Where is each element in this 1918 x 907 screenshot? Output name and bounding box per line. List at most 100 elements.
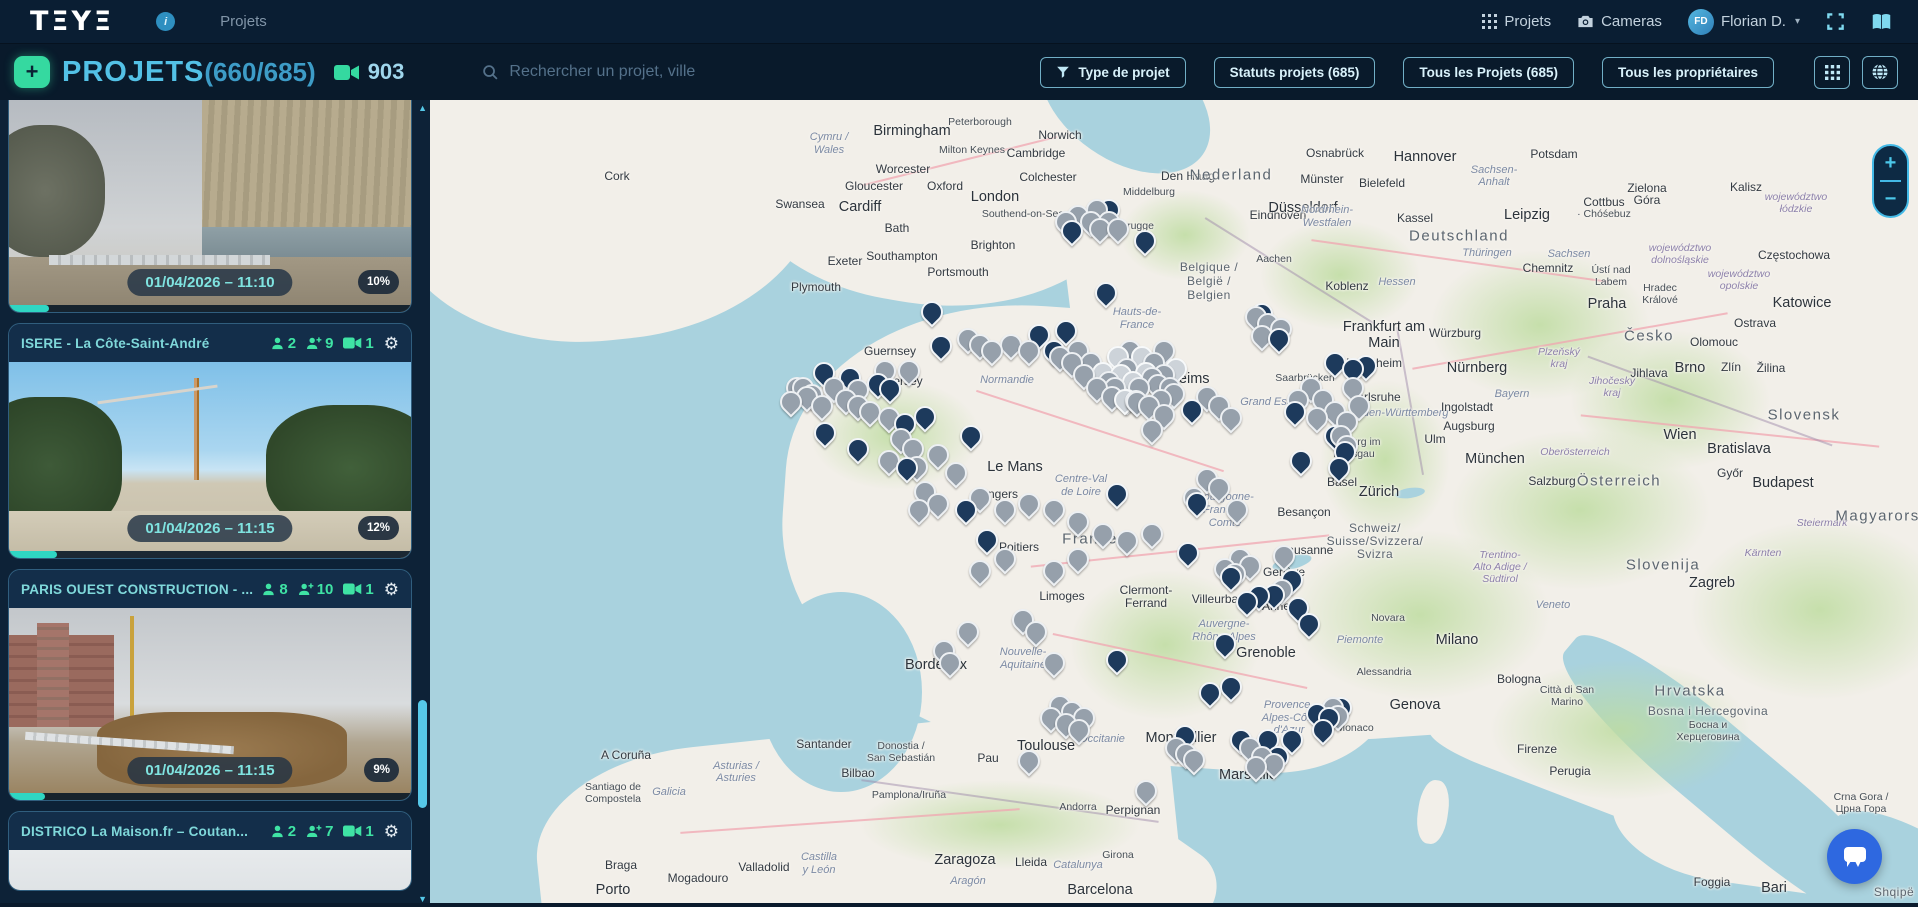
project-card-header[interactable]: DISTRICO La Maison.fr – Coutan... 2 7 1 … [9, 812, 411, 850]
camera-snapshot[interactable] [9, 850, 411, 890]
map-zoom-control: + − [1872, 144, 1909, 218]
project-card[interactable]: PARIS OUEST CONSTRUCTION - ... 8 10 1 ⚙ … [8, 569, 412, 801]
chevron-down-icon: ▾ [1795, 16, 1800, 27]
map-label: opolskie [1720, 280, 1759, 292]
map-canvas[interactable]: CorkCymru /WalesBirminghamWorcesterGlouc… [430, 100, 1918, 903]
map-label: Lleida [1015, 855, 1047, 869]
project-card[interactable]: ISERE - La Côte-Saint-André 2 9 1 ⚙ 01/0… [8, 323, 412, 559]
map-label: Clermont- [1120, 583, 1173, 597]
project-title: DISTRICO La Maison.fr – Coutan... [21, 824, 262, 839]
camera-icon [1577, 14, 1594, 29]
map-label: Kalisz [1730, 180, 1762, 194]
globe-icon [1871, 63, 1889, 81]
map-label: A Coruña [601, 748, 651, 762]
map-label: Црна Гора [1836, 803, 1887, 815]
map-label: Plymouth [791, 280, 841, 294]
map-label: kraj [1604, 387, 1621, 399]
map-label: Žilina [1757, 361, 1786, 375]
zoom-in-button[interactable]: + [1874, 146, 1907, 180]
map-label: Worcester [876, 162, 930, 176]
map-label: Middelburg [1123, 186, 1175, 198]
map-label: Nordrhein- [1301, 204, 1353, 216]
map-label: Belgique / [1180, 260, 1238, 274]
map-label: Schweiz/ [1349, 521, 1401, 535]
map-label: Castilla [801, 851, 837, 863]
map-label: Pamplona/Iruña [872, 789, 946, 801]
map-label: Bosna i Hercegovina [1648, 704, 1768, 718]
snapshot-timestamp: 01/04/2026 – 11:15 [127, 515, 292, 542]
docs-button[interactable] [1871, 13, 1892, 31]
brand-logo[interactable]: TΞYΞ [30, 6, 114, 37]
map-label: Portsmouth [927, 265, 988, 279]
nav-cameras-link[interactable]: Cameras [1577, 13, 1662, 30]
map-label: Southampton [866, 249, 937, 263]
progress-bar [9, 551, 411, 558]
fullscreen-button[interactable] [1826, 12, 1845, 31]
project-count: (660/685) [204, 57, 315, 88]
filter-type-de-projet[interactable]: Type de projet [1040, 57, 1185, 88]
project-card-header[interactable]: ISERE - La Côte-Saint-André 2 9 1 ⚙ [9, 324, 411, 362]
gear-icon[interactable]: ⚙ [384, 823, 399, 840]
add-project-button[interactable]: + [14, 56, 50, 88]
project-title: PARIS OUEST CONSTRUCTION - ... [21, 582, 253, 597]
map-label: Plzeňský [1538, 346, 1580, 358]
user-menu[interactable]: FD Florian D. ▾ [1688, 9, 1800, 35]
search-icon [482, 64, 499, 81]
gear-icon[interactable]: ⚙ [384, 335, 399, 352]
funnel-icon [1056, 65, 1070, 79]
map-label: województwo [1765, 191, 1827, 203]
map-view-button[interactable] [1862, 56, 1898, 89]
invited-users-stat: 9 [306, 335, 333, 352]
filter-tous-les-projets[interactable]: Tous les Projets (685) [1403, 57, 1574, 88]
grid-view-button[interactable] [1814, 56, 1850, 89]
zoom-out-button[interactable]: − [1874, 182, 1907, 216]
map-label: Zürich [1359, 484, 1399, 500]
map-label: San Sebastián [867, 752, 935, 764]
map-label: Norwich [1038, 128, 1081, 142]
project-card-header[interactable]: PARIS OUEST CONSTRUCTION - ... 8 10 1 ⚙ [9, 570, 411, 608]
map-label: Österreich [1577, 473, 1661, 490]
map-label: Piemonte [1337, 634, 1383, 646]
project-card[interactable]: DISTRICO La Maison.fr – Coutan... 2 7 1 … [8, 811, 412, 891]
person-icon [261, 582, 276, 597]
info-icon[interactable]: i [156, 12, 175, 31]
map-label: Alto Adige / [1473, 561, 1526, 573]
map-label: Hauts-de- [1113, 306, 1161, 318]
map-label: Hrvatska [1654, 683, 1725, 700]
filter-tous-les-proprietaires[interactable]: Tous les propriétaires [1602, 57, 1774, 88]
map-label: Auvergne- [1199, 618, 1250, 630]
chat-widget-button[interactable] [1827, 829, 1882, 884]
map-label: Mogadouro [668, 871, 729, 885]
project-title: ISERE - La Côte-Saint-André [21, 336, 262, 351]
map-label: Suisse/Svizzera/ [1327, 534, 1424, 548]
search-input[interactable] [509, 63, 759, 81]
map-label: Hessen [1378, 276, 1415, 288]
map-label: Veneto [1536, 599, 1570, 611]
map-label: Normandie [980, 374, 1034, 386]
camera-snapshot[interactable]: 01/04/2026 – 11:15 12% [9, 362, 411, 558]
map-label: Aquitaine [1000, 659, 1046, 671]
map-label: Aachen [1256, 253, 1292, 265]
users-stat: 8 [261, 581, 287, 598]
scroll-up-arrow[interactable]: ▲ [418, 103, 427, 113]
camera-snapshot[interactable]: 01/04/2026 – 11:15 9% [9, 608, 411, 800]
gear-icon[interactable]: ⚙ [384, 581, 399, 598]
project-card[interactable]: 01/04/2026 – 11:10 10% [8, 100, 412, 313]
map-label: Asturias / [713, 760, 759, 772]
search-bar[interactable] [482, 63, 782, 81]
map-label: Ingolstadt [1441, 400, 1493, 414]
map-label: Crna Gora / [1834, 791, 1889, 803]
filter-statuts-projets[interactable]: Statuts projets (685) [1214, 57, 1376, 88]
map-label: Perugia [1549, 764, 1590, 778]
map-label: Münster [1300, 172, 1343, 186]
sidebar-scrollbar[interactable] [418, 700, 427, 808]
nav-projects-breadcrumb[interactable]: Projets [220, 13, 267, 30]
nav-projects-link[interactable]: Projets [1482, 13, 1551, 30]
map-label: Bath [885, 221, 910, 235]
avatar: FD [1688, 9, 1714, 35]
map-label: Częstochowa [1758, 248, 1830, 262]
camera-snapshot[interactable]: 01/04/2026 – 11:10 10% [9, 100, 411, 312]
map-label: Oxford [927, 179, 963, 193]
map-label: München [1465, 451, 1525, 467]
map-label: Deutschland [1409, 228, 1509, 245]
